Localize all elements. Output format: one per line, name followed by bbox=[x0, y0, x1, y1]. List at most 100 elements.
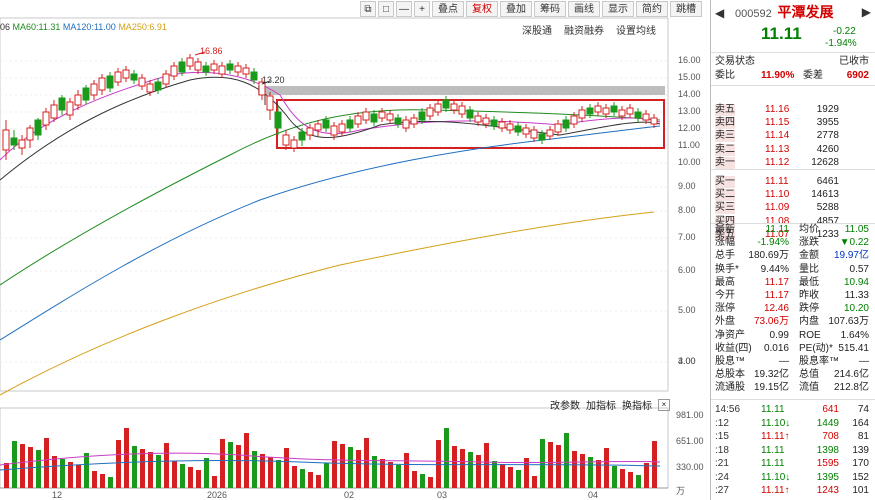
volume-bar bbox=[124, 428, 129, 488]
tick-row: :27 11.11↑ 1243 101 bbox=[715, 485, 873, 497]
toolbar-button-5[interactable]: 复权 bbox=[466, 1, 498, 17]
x-axis-label: 04 bbox=[588, 490, 599, 500]
tick-volume: 1595 bbox=[816, 458, 839, 469]
change-params-button[interactable]: 改参数 bbox=[550, 397, 580, 412]
volume-bar bbox=[68, 462, 73, 488]
candle-body bbox=[194, 61, 202, 71]
price-chart[interactable] bbox=[0, 0, 710, 500]
tab-ma-settings[interactable]: 设置均线 bbox=[616, 22, 656, 37]
volume-bar bbox=[92, 471, 97, 488]
toolbar-button-2[interactable]: — bbox=[396, 1, 412, 17]
volume-bar bbox=[188, 467, 193, 488]
stat-value: — bbox=[859, 356, 869, 367]
candle-body bbox=[546, 129, 554, 137]
stat-value: 19.15亿 bbox=[753, 382, 789, 394]
candle-body bbox=[514, 125, 522, 133]
price-axis-label: 13.00 bbox=[678, 106, 701, 116]
stat-row: 外盘 73.06万 内盘 107.63万 bbox=[715, 316, 873, 328]
volume-bar bbox=[220, 439, 225, 488]
ma30-legend: 06 bbox=[0, 22, 11, 32]
candle-body bbox=[578, 109, 586, 119]
tab-margin[interactable]: 融资融券 bbox=[564, 22, 604, 37]
stat-value: 180.69万 bbox=[748, 250, 789, 262]
stat-label: 最低 bbox=[799, 276, 819, 288]
candle-body bbox=[458, 105, 466, 115]
toolbar-button-11[interactable]: 跳槽 bbox=[670, 1, 702, 17]
trade-status-value: 已收市 bbox=[839, 56, 869, 67]
switch-indicator-button[interactable]: 换指标 bbox=[622, 397, 652, 412]
x-axis-label: 02 bbox=[344, 490, 355, 500]
tab-hk-connect[interactable]: 深股通 bbox=[522, 22, 552, 37]
stat-label: 流通股 bbox=[715, 382, 745, 394]
level-label: 买三 bbox=[715, 202, 735, 215]
tick-row: :12 11.10↓ 1449 164 bbox=[715, 418, 873, 430]
ask-row[interactable]: 卖五 11.16 1929 bbox=[715, 104, 873, 116]
toolbar-button-0[interactable]: ⧉ bbox=[360, 1, 376, 17]
volume-bar bbox=[540, 439, 545, 488]
tick-volume: 1449 bbox=[816, 417, 839, 429]
stock-header: ◀ 000592 平潭发展 ▶ bbox=[715, 5, 873, 24]
tick-time: :15 bbox=[715, 431, 729, 442]
ask-row[interactable]: 卖三 11.14 2778 bbox=[715, 130, 873, 143]
volume-bar bbox=[100, 474, 105, 488]
ask-row[interactable]: 卖二 11.13 4260 bbox=[715, 143, 873, 156]
candle-body bbox=[530, 129, 538, 139]
price-header: 11.11 -0.22 -1.94% bbox=[715, 25, 873, 49]
candle-body bbox=[162, 73, 170, 85]
candle-body bbox=[66, 101, 74, 116]
volume-bar bbox=[292, 466, 297, 488]
price-axis-label: 5.00 bbox=[678, 305, 696, 315]
price-axis-label: 7.00 bbox=[678, 232, 696, 242]
toolbar-button-8[interactable]: 画线 bbox=[568, 1, 600, 17]
level-label: 卖四 bbox=[715, 117, 735, 130]
toolbar-button-7[interactable]: 筹码 bbox=[534, 1, 566, 17]
toolbar-button-6[interactable]: 叠加 bbox=[500, 1, 532, 17]
level-label: 买一 bbox=[715, 176, 735, 188]
stat-row: 总手 180.69万 金额 19.97亿 bbox=[715, 250, 873, 262]
volume-bar bbox=[604, 448, 609, 488]
ask-row[interactable]: 卖四 11.15 3955 bbox=[715, 117, 873, 130]
stat-label: 金额 bbox=[799, 250, 819, 262]
candle-body bbox=[74, 94, 82, 106]
stat-label: 跌停 bbox=[799, 303, 819, 315]
volume-bar bbox=[356, 450, 361, 488]
forward-icon[interactable]: ▶ bbox=[862, 6, 871, 18]
toolbar-button-4[interactable]: 叠点 bbox=[432, 1, 464, 17]
collapse-icon[interactable]: × bbox=[658, 398, 670, 411]
volume-bar bbox=[268, 457, 273, 488]
bid-row[interactable]: 买二 11.10 14613 bbox=[715, 189, 873, 202]
tick-count: 81 bbox=[857, 431, 869, 442]
level-label: 卖一 bbox=[715, 156, 735, 169]
level-label: 卖三 bbox=[715, 130, 735, 143]
volume-bar bbox=[148, 452, 153, 488]
candle-body bbox=[10, 137, 18, 146]
level-price: 11.15 bbox=[765, 117, 790, 129]
level-volume: 3955 bbox=[816, 117, 839, 129]
ma120-legend: MA120:11.00 bbox=[62, 22, 116, 32]
candle-body bbox=[362, 111, 370, 121]
back-icon[interactable]: ◀ bbox=[715, 6, 724, 20]
stat-value: 515.41 bbox=[838, 342, 869, 354]
tick-volume: 641 bbox=[822, 404, 839, 415]
bid-row[interactable]: 买三 11.09 5288 bbox=[715, 202, 873, 215]
stat-row: 今开 11.17 昨收 11.33 bbox=[715, 290, 873, 302]
toolbar-button-10[interactable]: 简约 bbox=[636, 1, 668, 17]
volume-bar bbox=[156, 455, 161, 488]
stat-label: PE(动)* bbox=[799, 342, 833, 354]
volume-bar bbox=[428, 477, 433, 488]
bid-row[interactable]: 买一 11.11 6461 bbox=[715, 176, 873, 188]
stat-label: 内盘 bbox=[799, 316, 819, 328]
level-price: 11.09 bbox=[765, 202, 790, 214]
stat-row: 流通股 19.15亿 流值 212.8亿 bbox=[715, 382, 873, 394]
mid-annotation: 13.20 bbox=[262, 75, 285, 85]
volume-axis-label: 981.00 bbox=[676, 410, 704, 420]
toolbar-button-1[interactable]: □ bbox=[378, 1, 394, 17]
kline-chart-area[interactable]: ⧉ □ — + 叠点 复权 叠加 筹码 画线 显示 简约 跳槽 06 MA60:11.31 MA120… bbox=[0, 0, 710, 500]
add-indicator-button[interactable]: 加指标 bbox=[586, 397, 616, 412]
candle-body bbox=[378, 111, 386, 119]
ask-row[interactable]: 卖一 11.12 12628 bbox=[715, 156, 873, 169]
ma250-line bbox=[0, 211, 655, 396]
toolbar-button-3[interactable]: + bbox=[414, 1, 430, 17]
candle-body bbox=[602, 107, 610, 115]
toolbar-button-9[interactable]: 显示 bbox=[602, 1, 634, 17]
